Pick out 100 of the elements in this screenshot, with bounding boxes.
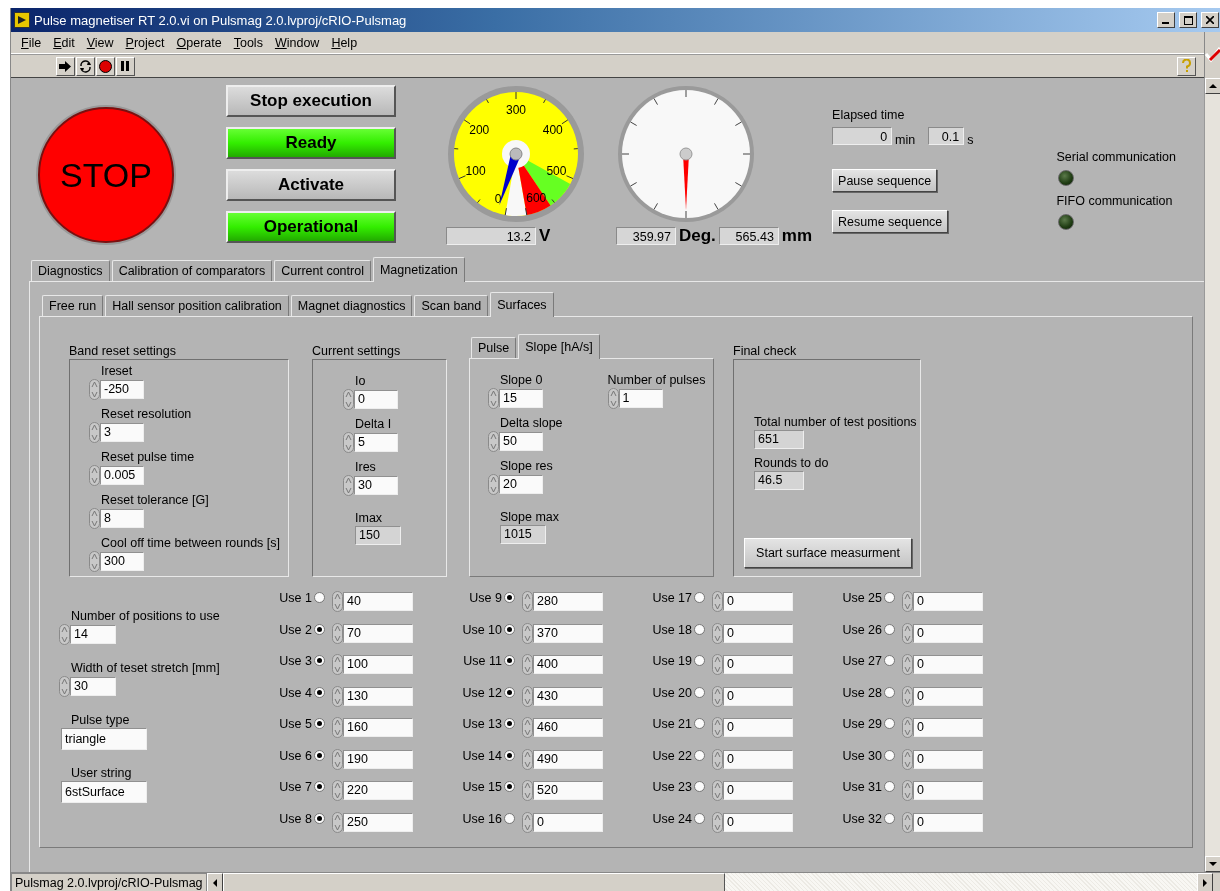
tab[interactable]: Diagnostics: [31, 260, 110, 281]
spin-buttons[interactable]: [89, 465, 100, 486]
radio-button[interactable]: [884, 655, 895, 666]
spin-buttons[interactable]: [522, 591, 533, 612]
numeric-field[interactable]: 30: [354, 476, 398, 495]
spin-buttons[interactable]: [712, 717, 723, 738]
radio-button[interactable]: [884, 781, 895, 792]
spin-buttons[interactable]: [332, 654, 343, 675]
radio-button[interactable]: [884, 812, 895, 824]
spin-buttons[interactable]: [712, 685, 723, 707]
spin-buttons[interactable]: [712, 780, 723, 801]
spin-buttons[interactable]: [712, 591, 723, 612]
radio-button[interactable]: [884, 623, 895, 635]
spin-buttons[interactable]: [522, 685, 533, 707]
spin-buttons[interactable]: [59, 676, 70, 697]
radio-button[interactable]: [504, 655, 515, 666]
spin-buttons[interactable]: [712, 811, 723, 833]
radio-button[interactable]: [314, 655, 325, 666]
menu-item[interactable]: Operate: [170, 35, 228, 50]
numeric-field[interactable]: 250: [343, 812, 413, 832]
spin-buttons[interactable]: [59, 624, 70, 645]
spin-buttons[interactable]: [902, 780, 913, 801]
radio-button[interactable]: [694, 592, 705, 603]
numeric-field[interactable]: 430: [533, 686, 603, 706]
spin-buttons[interactable]: [89, 422, 100, 443]
state-button[interactable]: Ready: [226, 127, 396, 159]
numeric-field[interactable]: 0: [723, 749, 793, 769]
numeric-field[interactable]: 0: [533, 812, 603, 832]
numeric-field[interactable]: 0: [354, 390, 398, 409]
spin-buttons[interactable]: [343, 389, 354, 410]
numeric-field[interactable]: 40: [343, 592, 413, 611]
radio-button[interactable]: [504, 623, 515, 635]
numeric-field[interactable]: 0: [723, 718, 793, 737]
numeric-field[interactable]: 0: [913, 812, 983, 832]
help-button[interactable]: [1177, 56, 1196, 76]
text-field[interactable]: triangle: [61, 728, 147, 750]
numeric-field[interactable]: 3: [100, 423, 144, 442]
radio-button[interactable]: [504, 812, 515, 824]
numeric-field[interactable]: 0: [723, 592, 793, 611]
numeric-field[interactable]: 50: [499, 432, 543, 451]
state-button[interactable]: Stop execution: [226, 85, 396, 117]
tab[interactable]: Surfaces: [490, 292, 554, 317]
radio-button[interactable]: [884, 592, 895, 603]
numeric-field[interactable]: 30: [70, 677, 116, 696]
numeric-field[interactable]: 190: [343, 749, 413, 769]
close-button[interactable]: [1201, 12, 1219, 28]
tab[interactable]: Hall sensor position calibration: [105, 295, 289, 316]
numeric-field[interactable]: 460: [533, 718, 603, 737]
numeric-field[interactable]: 0: [913, 686, 983, 706]
menu-item[interactable]: Edit: [47, 35, 81, 50]
numeric-field[interactable]: 14: [70, 625, 116, 644]
spin-buttons[interactable]: [89, 508, 100, 529]
tab[interactable]: Scan band: [414, 295, 489, 316]
radio-button[interactable]: [314, 623, 325, 635]
pause-button[interactable]: [116, 56, 135, 76]
radio-button[interactable]: [314, 592, 325, 603]
minimize-button[interactable]: [1157, 12, 1175, 28]
numeric-field[interactable]: 1: [618, 389, 663, 408]
spin-buttons[interactable]: [712, 654, 723, 675]
state-button[interactable]: Activate: [226, 169, 396, 201]
numeric-field[interactable]: -250: [100, 380, 144, 399]
numeric-field[interactable]: 0: [723, 812, 793, 832]
radio-button[interactable]: [694, 655, 705, 666]
state-button[interactable]: Operational: [226, 211, 396, 243]
radio-button[interactable]: [694, 718, 705, 729]
spin-buttons[interactable]: [332, 780, 343, 801]
run-continuously-button[interactable]: [76, 56, 95, 76]
abort-button[interactable]: [96, 56, 115, 76]
numeric-field[interactable]: 0: [723, 623, 793, 643]
spin-buttons[interactable]: [902, 717, 913, 738]
spin-buttons[interactable]: [343, 475, 354, 496]
spin-buttons[interactable]: [332, 685, 343, 707]
numeric-field[interactable]: 70: [343, 623, 413, 643]
menu-item[interactable]: Tools: [227, 35, 269, 50]
numeric-field[interactable]: 0: [913, 781, 983, 800]
numeric-field[interactable]: 20: [499, 475, 543, 494]
numeric-field[interactable]: 0.005: [100, 466, 144, 485]
radio-button[interactable]: [314, 718, 325, 729]
menu-item[interactable]: Help: [325, 35, 364, 50]
spin-buttons[interactable]: [902, 811, 913, 833]
spin-buttons[interactable]: [522, 654, 533, 675]
spin-buttons[interactable]: [522, 717, 533, 738]
spin-buttons[interactable]: [343, 432, 354, 453]
scroll-up-button[interactable]: [1205, 78, 1220, 94]
spin-buttons[interactable]: [902, 685, 913, 707]
radio-button[interactable]: [504, 781, 515, 792]
numeric-field[interactable]: 0: [913, 718, 983, 737]
spin-buttons[interactable]: [332, 622, 343, 644]
radio-button[interactable]: [694, 686, 705, 698]
spin-buttons[interactable]: [522, 748, 533, 770]
menu-item[interactable]: Project: [119, 35, 171, 50]
tab[interactable]: Free run: [42, 295, 104, 316]
spin-buttons[interactable]: [712, 748, 723, 770]
numeric-field[interactable]: 0: [723, 781, 793, 800]
tab[interactable]: Current control: [274, 260, 371, 281]
spin-buttons[interactable]: [488, 431, 499, 452]
radio-button[interactable]: [884, 718, 895, 729]
numeric-field[interactable]: 280: [533, 592, 603, 611]
start-measurement-button[interactable]: Start surface measurment: [744, 538, 912, 568]
spin-buttons[interactable]: [332, 717, 343, 738]
